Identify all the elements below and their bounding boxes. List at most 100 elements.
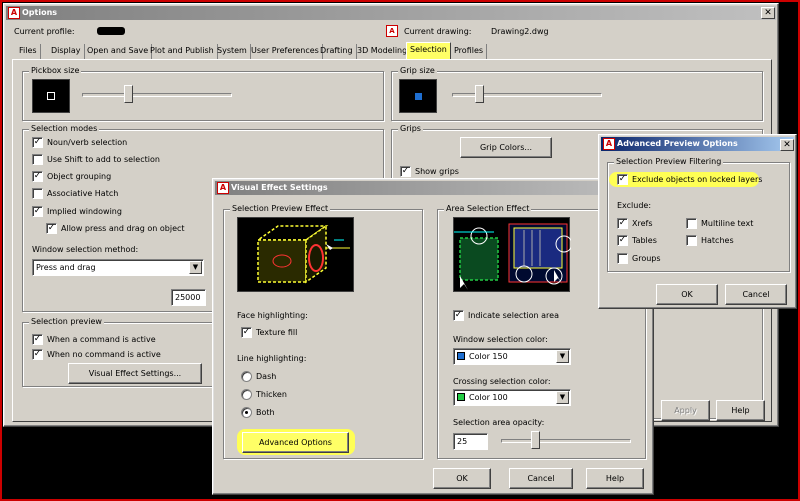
show-grips-label: Show grips	[415, 167, 459, 176]
tab-user-preferences[interactable]: User Preferences	[248, 44, 323, 60]
groups-checkbox[interactable]	[617, 253, 628, 264]
visual-effect-settings-button[interactable]: Visual Effect Settings...	[68, 363, 202, 384]
close-icon[interactable]: ✕	[780, 139, 794, 151]
implied-windowing-checkbox[interactable]: ✓	[32, 206, 43, 217]
thicken-label: Thicken	[256, 390, 287, 399]
area-selection-preview-image	[453, 217, 573, 292]
pickbox-slider-thumb[interactable]	[124, 85, 133, 103]
indicate-selection-area-checkbox[interactable]: ✓	[453, 310, 464, 321]
tab-drafting[interactable]: Drafting	[317, 44, 357, 60]
object-grouping-checkbox[interactable]: ✓	[32, 171, 43, 182]
window-color-swatch	[457, 351, 465, 360]
preview-no-command-checkbox[interactable]: ✓	[32, 349, 43, 360]
tab-profiles[interactable]: Profiles	[451, 44, 488, 60]
tab-open-and-save[interactable]: Open and Save	[84, 44, 153, 60]
grip-size-label: Grip size	[398, 66, 437, 75]
area-selection-illustration	[454, 223, 573, 290]
object-limit-field[interactable]: 25000	[171, 289, 206, 306]
window-color-value: Color 150	[469, 352, 508, 361]
use-shift-checkbox[interactable]	[32, 154, 43, 165]
preview-no-command-label: When no command is active	[47, 350, 161, 359]
window-method-label: Window selection method:	[32, 245, 139, 254]
tab-3d-modeling[interactable]: 3D Modeling	[354, 44, 412, 60]
window-method-value: Press and drag	[36, 263, 96, 272]
dash-label: Dash	[256, 372, 277, 381]
object-limit-value: 25000	[175, 293, 201, 302]
window-method-dropdown[interactable]: Press and drag ▼	[32, 259, 204, 276]
chevron-down-icon[interactable]: ▼	[189, 261, 202, 274]
selection-modes-label: Selection modes	[29, 124, 100, 133]
preview-command-active-checkbox[interactable]: ✓	[32, 334, 43, 345]
groups-label: Groups	[632, 254, 661, 263]
crossing-color-dropdown[interactable]: Color 100 ▼	[453, 389, 571, 406]
implied-windowing-label: Implied windowing	[47, 207, 122, 216]
both-radio[interactable]	[241, 407, 252, 418]
visual-effect-help-button[interactable]: Help	[586, 468, 644, 489]
chevron-down-icon[interactable]: ▼	[556, 350, 569, 363]
tables-checkbox[interactable]: ✓	[617, 235, 628, 246]
pickbox-preview	[32, 79, 70, 113]
xrefs-label: Xrefs	[632, 219, 653, 228]
options-titlebar[interactable]: A Options	[6, 6, 776, 20]
grip-size-slider-thumb[interactable]	[475, 85, 484, 103]
highlighted-box-illustration	[255, 224, 350, 284]
tab-selection[interactable]: Selection	[406, 42, 451, 60]
apply-button[interactable]: Apply	[661, 400, 710, 421]
associative-hatch-checkbox[interactable]	[32, 188, 43, 199]
texture-fill-checkbox[interactable]: ✓	[241, 327, 252, 338]
pickbox-square-icon	[47, 92, 55, 100]
line-highlighting-label: Line highlighting:	[237, 354, 307, 363]
hatches-checkbox[interactable]	[686, 235, 697, 246]
autocad-logo-icon: A	[8, 7, 20, 19]
chevron-down-icon[interactable]: ▼	[556, 391, 569, 404]
indicate-selection-area-label: Indicate selection area	[468, 311, 559, 320]
crossing-color-value: Color 100	[469, 393, 508, 402]
opacity-field[interactable]: 25	[453, 433, 488, 450]
xrefs-checkbox[interactable]: ✓	[617, 218, 628, 229]
current-drawing-label: Current drawing:	[404, 27, 472, 36]
advanced-preview-titlebar[interactable]: A Advanced Preview Options	[601, 137, 794, 151]
both-label: Both	[256, 408, 275, 417]
pickbox-label: Pickbox size	[29, 66, 82, 75]
tab-display[interactable]: Display	[48, 44, 85, 60]
press-drag-checkbox[interactable]: ✓	[46, 223, 57, 234]
selection-preview-image	[237, 217, 354, 292]
advanced-cancel-button[interactable]: Cancel	[725, 284, 787, 305]
drawing-file-icon: A	[386, 25, 398, 37]
grips-label: Grips	[398, 124, 423, 133]
selection-preview-label: Selection preview	[29, 317, 104, 326]
noun-verb-label: Noun/verb selection	[47, 138, 128, 147]
multiline-text-checkbox[interactable]	[686, 218, 697, 229]
crossing-color-label: Crossing selection color:	[453, 377, 551, 386]
visual-effect-ok-button[interactable]: OK	[433, 468, 491, 489]
opacity-slider-thumb[interactable]	[531, 431, 540, 449]
window-color-dropdown[interactable]: Color 150 ▼	[453, 348, 571, 365]
options-title: Options	[22, 8, 58, 17]
autocad-logo-icon: A	[603, 138, 615, 150]
dash-radio[interactable]	[241, 371, 252, 382]
grip-colors-button[interactable]: Grip Colors...	[460, 137, 552, 158]
options-help-button[interactable]: Help	[716, 400, 765, 421]
crossing-color-swatch	[457, 392, 465, 401]
advanced-ok-button[interactable]: OK	[656, 284, 718, 305]
exclude-locked-label: Exclude objects on locked layers	[632, 175, 763, 184]
visual-effect-title: Visual Effect Settings	[231, 183, 328, 192]
advanced-options-button[interactable]: Advanced Options	[242, 432, 349, 453]
exclude-locked-checkbox[interactable]: ✓	[617, 174, 628, 185]
noun-verb-checkbox[interactable]: ✓	[32, 137, 43, 148]
tab-files[interactable]: Files	[16, 44, 41, 60]
tab-system[interactable]: System	[214, 44, 251, 60]
grip-square-icon	[415, 93, 422, 100]
use-shift-label: Use Shift to add to selection	[47, 155, 160, 164]
opacity-slider[interactable]	[501, 439, 631, 443]
pickbox-slider[interactable]	[82, 93, 232, 97]
preview-filtering-label: Selection Preview Filtering	[614, 157, 724, 166]
visual-effect-titlebar[interactable]: A Visual Effect Settings	[215, 181, 651, 195]
tab-plot-and-publish[interactable]: Plot and Publish	[147, 44, 218, 60]
close-icon[interactable]: ✕	[761, 7, 775, 19]
window-color-label: Window selection color:	[453, 335, 548, 344]
press-drag-label: Allow press and drag on object	[61, 224, 185, 233]
visual-effect-cancel-button[interactable]: Cancel	[509, 468, 573, 489]
show-grips-checkbox[interactable]: ✓	[400, 166, 411, 177]
thicken-radio[interactable]	[241, 389, 252, 400]
